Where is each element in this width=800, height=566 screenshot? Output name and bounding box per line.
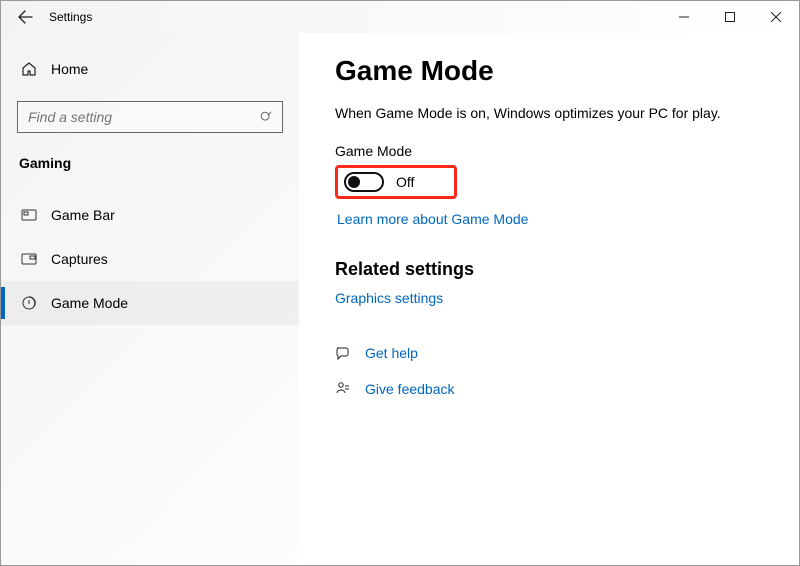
close-icon (771, 12, 781, 22)
home-nav[interactable]: Home (17, 51, 283, 87)
search-icon (250, 110, 282, 124)
feedback-icon (335, 381, 351, 397)
sidebar-item-label: Game Bar (51, 207, 115, 223)
home-icon (21, 61, 37, 77)
toggle-state-text: Off (396, 174, 414, 190)
sidebar-item-game-mode[interactable]: Game Mode (1, 281, 299, 325)
game-mode-icon (21, 295, 37, 311)
search-input[interactable] (18, 109, 250, 125)
learn-more-link[interactable]: Learn more about Game Mode (337, 211, 528, 227)
sidebar-item-game-bar[interactable]: Game Bar (1, 193, 299, 237)
back-button[interactable] (1, 9, 49, 25)
sidebar-item-captures[interactable]: Captures (1, 237, 299, 281)
get-help-row[interactable]: Get help (335, 338, 799, 368)
home-label: Home (51, 61, 88, 77)
page-title: Game Mode (335, 55, 799, 87)
close-button[interactable] (753, 1, 799, 33)
game-mode-toggle[interactable] (344, 172, 384, 192)
maximize-button[interactable] (707, 1, 753, 33)
maximize-icon (725, 12, 735, 22)
minimize-icon (679, 12, 689, 22)
give-feedback-link[interactable]: Give feedback (365, 381, 455, 397)
search-box[interactable] (17, 101, 283, 133)
sidebar-item-label: Captures (51, 251, 108, 267)
category-label: Gaming (17, 155, 283, 171)
window-title: Settings (49, 10, 92, 24)
get-help-link[interactable]: Get help (365, 345, 418, 361)
game-mode-toggle-highlight: Off (335, 165, 457, 199)
game-bar-icon (21, 207, 37, 223)
toggle-label: Game Mode (335, 143, 799, 159)
titlebar: Settings (1, 1, 799, 33)
sidebar-item-label: Game Mode (51, 295, 128, 311)
chat-icon (335, 345, 351, 361)
arrow-left-icon (17, 9, 33, 25)
give-feedback-row[interactable]: Give feedback (335, 374, 799, 404)
related-heading: Related settings (335, 259, 799, 280)
nav-list: Game Bar Captures Game Mode (1, 193, 299, 325)
page-description: When Game Mode is on, Windows optimizes … (335, 105, 755, 121)
captures-icon (21, 251, 37, 267)
sidebar: Home Gaming Game Bar Captur (1, 33, 299, 565)
minimize-button[interactable] (661, 1, 707, 33)
main-content: Game Mode When Game Mode is on, Windows … (299, 33, 799, 565)
graphics-settings-link[interactable]: Graphics settings (335, 290, 443, 306)
toggle-knob (348, 176, 360, 188)
